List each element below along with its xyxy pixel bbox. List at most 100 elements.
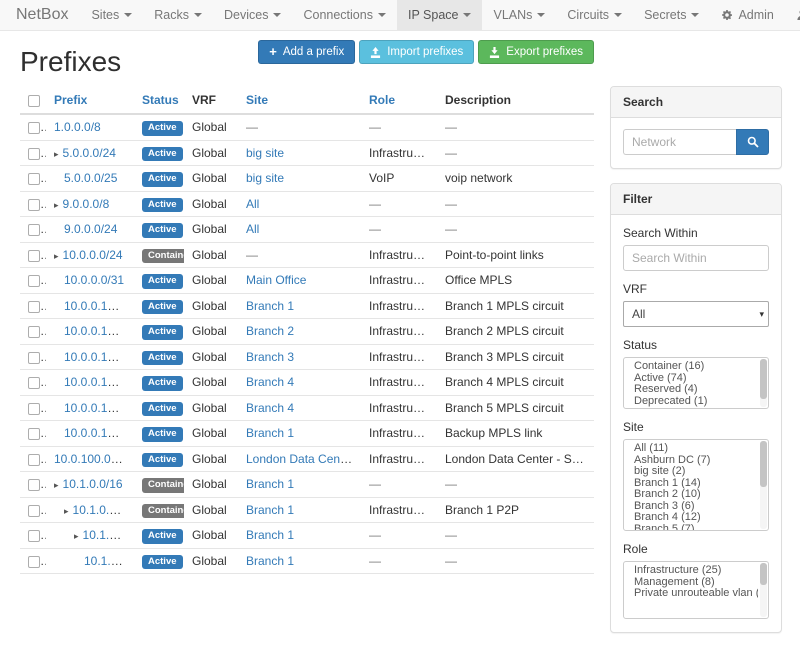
site-link[interactable]: Branch 4 [246,401,294,415]
role-option[interactable]: Infrastructure (25) [634,565,758,577]
status-option[interactable]: Container (16) [634,361,758,373]
role-listbox[interactable]: Infrastructure (25)Management (8)Private… [623,561,769,619]
search-input[interactable] [623,129,736,155]
nav-item-ip-space[interactable]: IP Space [397,0,483,30]
prefix-link[interactable]: 10.0.0.138/31 [64,426,134,440]
site-link[interactable]: Branch 3 [246,350,294,364]
site-link[interactable]: Branch 1 [246,528,294,542]
site-listbox[interactable]: All (11)Ashburn DC (7)big site (2)Branch… [623,439,769,531]
site-link[interactable]: big site [246,171,284,185]
site-option[interactable]: Branch 2 (10) [634,489,758,501]
export-prefixes-button[interactable]: Export prefixes [478,40,594,64]
row-checkbox[interactable] [28,224,40,236]
row-checkbox[interactable] [28,556,40,568]
nav-item-vlans[interactable]: VLANs [482,0,556,30]
row-checkbox[interactable] [28,454,40,466]
prefix-link[interactable]: 1.0.0.0/8 [54,120,101,134]
row-checkbox[interactable] [28,275,40,287]
status-option[interactable]: Deprecated (1) [634,396,758,408]
row-checkbox[interactable] [28,301,40,313]
site-option[interactable]: Branch 1 (14) [634,478,758,490]
prefix-link[interactable]: 10.0.0.0/24 [63,248,123,262]
nav-item-racks[interactable]: Racks [143,0,213,30]
search-button[interactable] [736,129,769,155]
site-link[interactable]: Branch 1 [246,477,294,491]
add-prefix-button[interactable]: + Add a prefix [258,40,355,64]
status-listbox[interactable]: Container (16)Active (74)Reserved (4)Dep… [623,357,769,409]
site-link[interactable]: All [246,197,259,211]
site-link[interactable]: All [246,222,259,236]
prefix-link[interactable]: 10.0.0.134/31 [64,375,134,389]
site-option[interactable]: Branch 5 (7) [634,524,758,532]
vrf-select[interactable]: All ▾ [623,301,769,327]
nav-item-sites[interactable]: Sites [80,0,143,30]
search-within-input[interactable] [623,245,769,271]
sort-link-role[interactable]: Role [369,93,395,107]
site-link[interactable]: Branch 1 [246,426,294,440]
row-checkbox[interactable] [28,122,40,134]
brand[interactable]: NetBox [14,0,80,30]
row-select-cell [20,114,46,140]
row-checkbox[interactable] [28,428,40,440]
status-option[interactable]: Reserved (4) [634,384,758,396]
row-select-cell [20,217,46,243]
row-checkbox[interactable] [28,326,40,338]
site-link[interactable]: Branch 2 [246,324,294,338]
row-checkbox[interactable] [28,377,40,389]
site-link[interactable]: Branch 1 [246,299,294,313]
row-checkbox[interactable] [28,403,40,415]
prefix-cell: 10.0.0.0/31 [46,268,134,294]
site-link[interactable]: Branch 4 [246,375,294,389]
row-checkbox[interactable] [28,479,40,491]
row-checkbox[interactable] [28,148,40,160]
prefix-link[interactable]: 10.0.100.0/24 [54,452,127,466]
site-option[interactable]: Ashburn DC (7) [634,455,758,467]
prefix-link[interactable]: 10.0.0.136/31 [64,401,134,415]
row-checkbox[interactable] [28,199,40,211]
site-option[interactable]: Branch 4 (12) [634,512,758,524]
status-badge: Active [142,274,183,289]
prefix-link[interactable]: 10.1.0.0/26 [84,554,134,568]
prefix-link[interactable]: 10.0.0.128/31 [64,299,134,313]
select-all-checkbox[interactable] [28,95,40,107]
prefix-link[interactable]: 10.0.0.130/31 [64,324,134,338]
nav-item-profile[interactable]: Profile [785,0,800,30]
scrollbar-thumb[interactable] [760,359,767,399]
prefix-link[interactable]: 5.0.0.0/24 [63,146,116,160]
site-option[interactable]: big site (2) [634,466,758,478]
prefix-link[interactable]: 10.1.0.0/16 [63,477,123,491]
scrollbar-thumb[interactable] [760,563,767,585]
scrollbar-thumb[interactable] [760,441,767,487]
site-link[interactable]: big site [246,146,284,160]
sort-link-status[interactable]: Status [142,93,179,107]
nav-item-secrets[interactable]: Secrets [633,0,710,30]
nav-item-admin[interactable]: Admin [710,0,784,30]
site-option[interactable]: All (11) [634,443,758,455]
prefix-link[interactable]: 9.0.0.0/8 [63,197,110,211]
row-checkbox[interactable] [28,530,40,542]
site-link[interactable]: Branch 1 [246,503,294,517]
prefix-link[interactable]: 10.0.0.0/31 [64,273,124,287]
nav-item-devices[interactable]: Devices [213,0,292,30]
role-option[interactable]: Private unrouteable vlan (0) [634,588,758,600]
import-prefixes-button[interactable]: Import prefixes [359,40,474,64]
prefix-link[interactable]: 5.0.0.0/25 [64,171,117,185]
row-checkbox[interactable] [28,250,40,262]
sort-link-site[interactable]: Site [246,93,268,107]
site-link[interactable]: Branch 1 [246,554,294,568]
prefix-link[interactable]: 10.1.0.0/24 [73,503,133,517]
nav-item-connections[interactable]: Connections [292,0,397,30]
prefix-link[interactable]: 10.1.0.0/25 [83,528,134,542]
row-checkbox[interactable] [28,352,40,364]
prefix-cell: 10.0.0.132/31 [46,344,134,370]
site-link[interactable]: Main Office [246,273,306,287]
site-option[interactable]: Branch 3 (6) [634,501,758,513]
row-checkbox[interactable] [28,173,40,185]
prefix-link[interactable]: 9.0.0.0/24 [64,222,117,236]
nav-item-circuits[interactable]: Circuits [556,0,633,30]
prefix-link[interactable]: 10.0.0.132/31 [64,350,134,364]
role-option[interactable]: Management (8) [634,577,758,589]
site-link[interactable]: London Data Center [246,452,354,466]
status-option[interactable]: Active (74) [634,373,758,385]
sort-link-prefix[interactable]: Prefix [54,93,87,107]
